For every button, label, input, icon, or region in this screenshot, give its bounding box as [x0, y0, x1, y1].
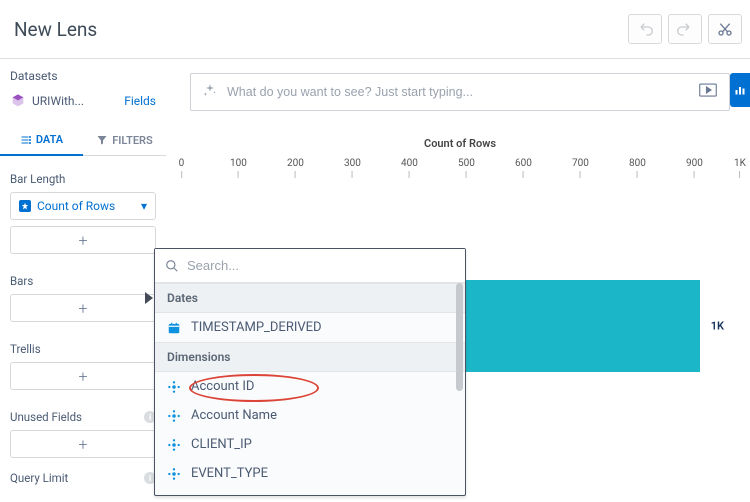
date-icon — [167, 321, 181, 335]
item-label: Account Name — [191, 408, 277, 423]
add-bar-length-button[interactable]: + — [10, 226, 156, 254]
tick: 700 — [572, 158, 589, 178]
dataset-row: URIWith... Fields — [10, 93, 156, 109]
popup-search — [155, 249, 465, 283]
item-login-key[interactable]: LOGIN_KEY — [155, 488, 465, 495]
bar-length-label: Bar Length — [10, 172, 156, 186]
bars-label: Bars — [10, 274, 156, 288]
item-account-name[interactable]: Account Name — [155, 401, 465, 430]
tick: 400 — [401, 158, 418, 178]
tick: 800 — [629, 158, 646, 178]
dimension-icon — [167, 438, 181, 452]
group-dimensions: Dimensions — [155, 342, 465, 372]
tick: 900 — [686, 158, 703, 178]
cut-button[interactable] — [708, 14, 742, 44]
count-of-rows-pill[interactable]: Count of Rows ▾ — [10, 192, 156, 220]
tick: 100 — [230, 158, 247, 178]
count-of-rows-label: Count of Rows — [37, 199, 115, 213]
dataset-name: URIWith... — [32, 94, 84, 108]
item-label: EVENT_TYPE — [191, 466, 268, 481]
tab-data-label: DATA — [36, 133, 63, 146]
popup-body: Dates TIMESTAMP_DERIVED Dimensions Accou… — [155, 283, 465, 495]
add-trellis-button[interactable]: + — [10, 362, 156, 390]
item-client-ip[interactable]: CLIENT_IP — [155, 430, 465, 459]
field-picker-popup: Dates TIMESTAMP_DERIVED Dimensions Accou… — [154, 248, 466, 496]
item-event-type[interactable]: EVENT_TYPE — [155, 459, 465, 488]
query-limit-label: Query Limit i — [10, 471, 156, 485]
popup-pointer — [145, 292, 153, 304]
item-account-id[interactable]: Account ID — [155, 372, 465, 401]
trellis-label: Trellis — [10, 342, 156, 356]
dimension-icon — [167, 409, 181, 423]
nl-query-input[interactable] — [227, 85, 699, 99]
tick: 500 — [458, 158, 475, 178]
add-bars-button[interactable]: + — [10, 294, 156, 322]
dimension-icon — [167, 380, 181, 394]
item-label: CLIENT_IP — [191, 437, 252, 452]
item-timestamp-derived[interactable]: TIMESTAMP_DERIVED — [155, 313, 465, 342]
item-label: TIMESTAMP_DERIVED — [191, 320, 322, 335]
page-title: New Lens — [14, 18, 97, 41]
tab-filters[interactable]: FILTERS — [83, 125, 166, 155]
item-label: Account ID — [191, 379, 254, 394]
tick: 200 — [287, 158, 304, 178]
datasets-heading: Datasets — [10, 69, 156, 83]
group-dates: Dates — [155, 283, 465, 313]
tick: 1K — [734, 158, 746, 178]
run-query-icon[interactable] — [699, 83, 717, 101]
tick: 0 — [179, 158, 185, 178]
measure-icon — [19, 200, 31, 212]
axis-title: Count of Rows — [180, 137, 740, 150]
search-icon — [165, 259, 179, 273]
bar-value-label: 1K — [711, 320, 724, 333]
tick: 300 — [344, 158, 361, 178]
header-actions — [628, 14, 742, 44]
nl-query-bar[interactable] — [190, 73, 730, 111]
chevron-down-icon: ▾ — [141, 199, 147, 213]
redo-button[interactable] — [668, 14, 702, 44]
sparkle-icon — [203, 83, 217, 101]
undo-button[interactable] — [628, 14, 662, 44]
tab-bar: DATA FILTERS — [0, 125, 166, 156]
tab-filters-label: FILTERS — [112, 134, 153, 147]
scrollbar[interactable] — [456, 283, 463, 391]
axis: 0 100 200 300 400 500 600 700 800 900 1K… — [170, 158, 740, 180]
popup-search-input[interactable] — [187, 258, 455, 273]
dataset-icon — [10, 93, 26, 109]
chart-type-button[interactable] — [730, 73, 750, 107]
tick: 600 — [515, 158, 532, 178]
add-unused-button[interactable]: + — [10, 430, 156, 458]
unused-fields-label: Unused Fields i — [10, 410, 156, 424]
tab-data[interactable]: DATA — [0, 125, 83, 156]
fields-link[interactable]: Fields — [124, 94, 156, 108]
dimension-icon — [167, 467, 181, 481]
sidebar: Datasets URIWith... Fields DATA FILTERS … — [0, 59, 166, 501]
